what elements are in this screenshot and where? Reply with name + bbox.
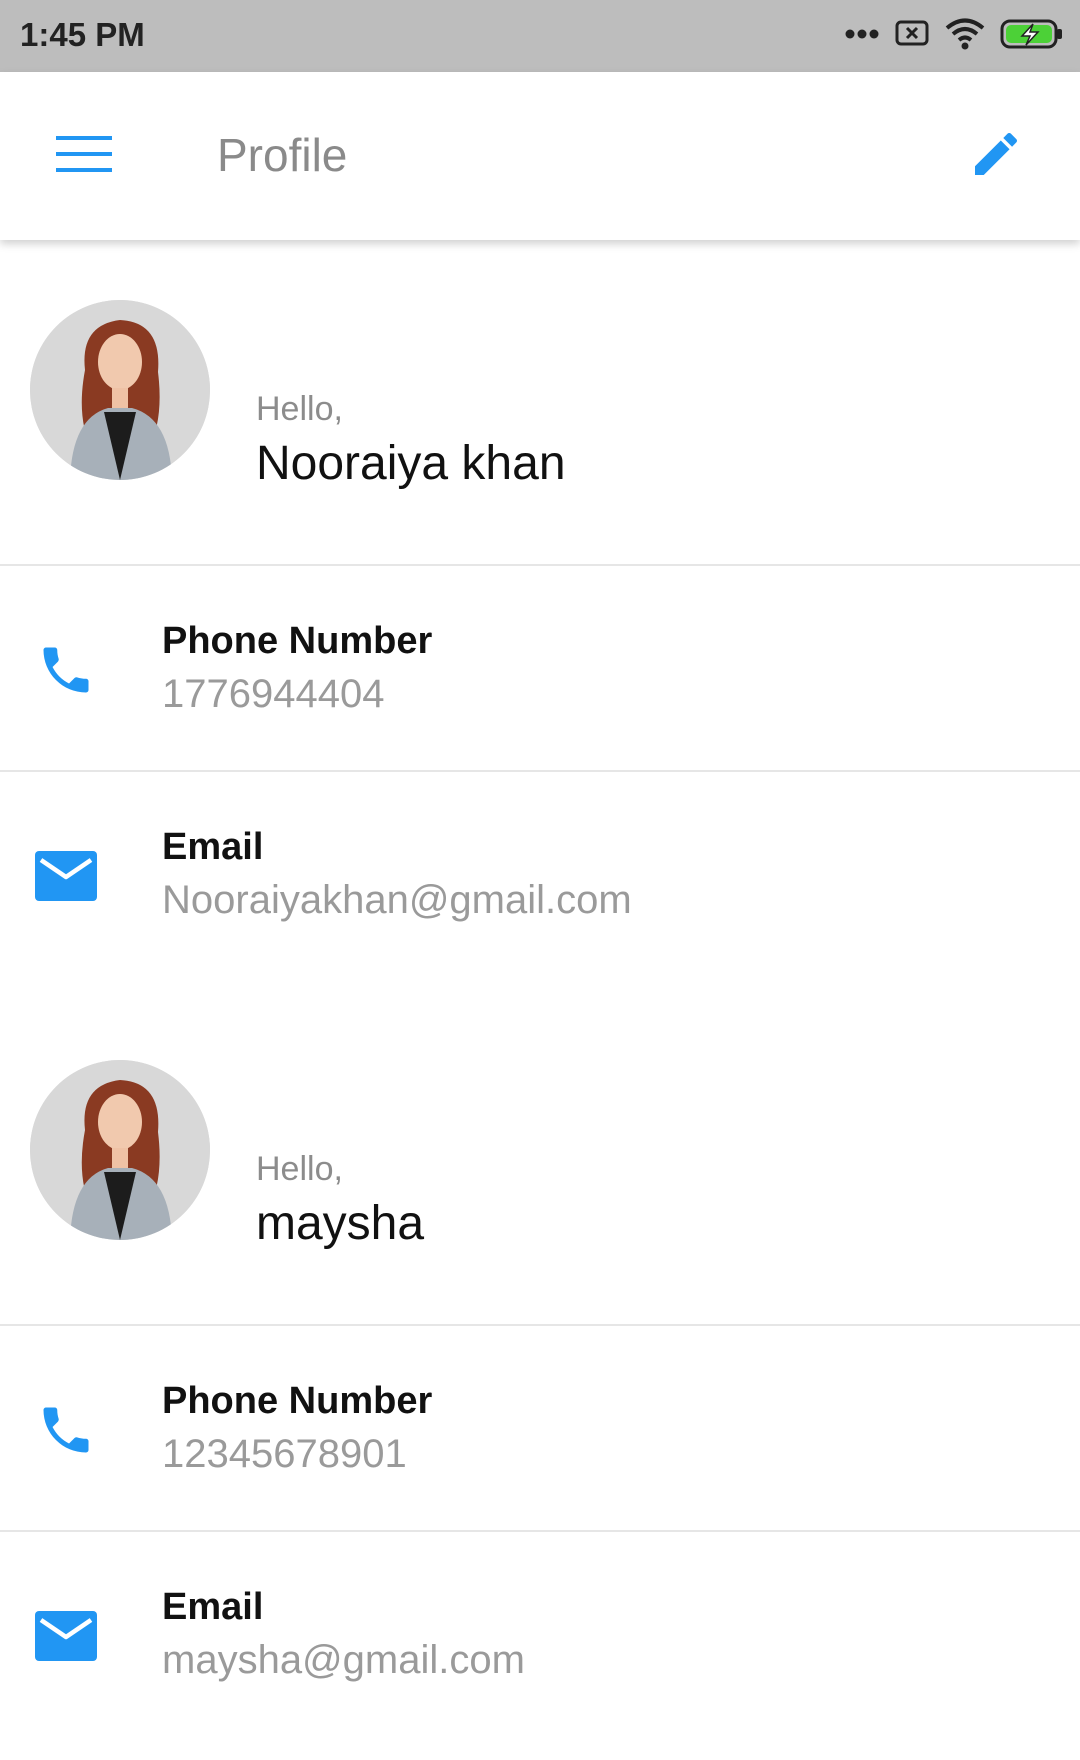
edit-button[interactable] bbox=[956, 116, 1036, 196]
phone-label: Phone Number bbox=[162, 1380, 433, 1422]
avatar-photo bbox=[30, 300, 210, 480]
status-time: 1:45 PM bbox=[20, 16, 145, 53]
profile-header: Hello, Nooraiya khan bbox=[0, 240, 1080, 564]
profile-name: Nooraiya khan bbox=[256, 437, 566, 490]
email-label: Email bbox=[162, 826, 264, 868]
avatar bbox=[30, 300, 210, 480]
profile-header: Hello, maysha bbox=[0, 1000, 1080, 1324]
phone-label: Phone Number bbox=[162, 620, 433, 662]
phone-row[interactable]: Phone Number 1776944404 bbox=[0, 566, 1080, 770]
email-value: maysha@gmail.com bbox=[162, 1638, 525, 1682]
edit-pencil-icon bbox=[968, 126, 1024, 187]
menu-icon bbox=[56, 134, 112, 179]
phone-value: 12345678901 bbox=[162, 1432, 407, 1476]
status-icons bbox=[844, 16, 1064, 56]
wifi-icon bbox=[944, 17, 986, 56]
avatar bbox=[30, 1060, 210, 1240]
email-icon bbox=[34, 844, 98, 908]
app-bar: Profile bbox=[0, 72, 1080, 240]
email-value: Nooraiyakhan@gmail.com bbox=[162, 878, 632, 922]
battery-charging-icon bbox=[1000, 18, 1064, 55]
email-label: Email bbox=[162, 1586, 264, 1628]
more-dots-icon bbox=[844, 27, 880, 45]
profile-name: maysha bbox=[256, 1197, 425, 1250]
avatar-photo bbox=[30, 1060, 210, 1240]
phone-row[interactable]: Phone Number 12345678901 bbox=[0, 1326, 1080, 1530]
email-row[interactable]: Email maysha@gmail.com bbox=[0, 1532, 1080, 1760]
email-row[interactable]: Email Nooraiyakhan@gmail.com bbox=[0, 772, 1080, 1000]
phone-icon bbox=[34, 1398, 98, 1462]
screen-record-icon bbox=[894, 19, 930, 54]
page-title: Profile bbox=[217, 129, 348, 181]
phone-value: 1776944404 bbox=[162, 672, 385, 716]
greeting-text: Hello, bbox=[256, 390, 343, 428]
status-bar: 1:45 PM bbox=[0, 0, 1080, 72]
greeting-text: Hello, bbox=[256, 1150, 343, 1188]
phone-icon bbox=[34, 638, 98, 702]
email-icon bbox=[34, 1604, 98, 1668]
profile-list: Hello, Nooraiya khan Phone Number 177694… bbox=[0, 240, 1080, 1760]
menu-button[interactable] bbox=[44, 120, 124, 192]
